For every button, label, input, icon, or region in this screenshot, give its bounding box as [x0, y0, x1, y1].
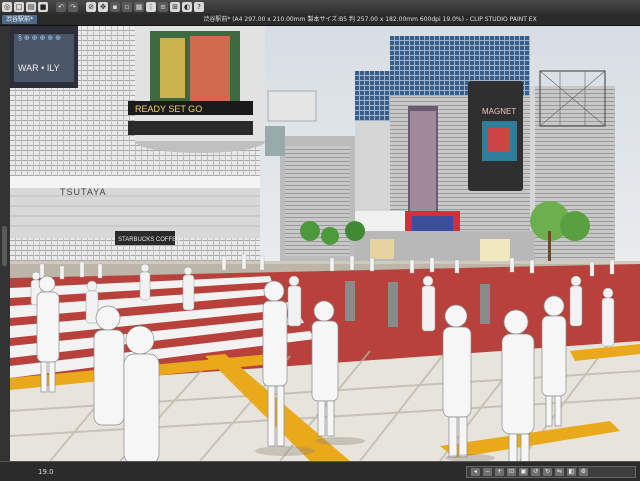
zoom-out-icon[interactable]: −: [483, 468, 492, 476]
snap-icon[interactable]: ⋮: [146, 2, 156, 12]
main-toolbar: ◎ □ ▤ ■ ↶ ↷ ⊘ ✥ ▪ ▫ ▦ ⋮ ≡ ⊞ ◐ ?: [0, 0, 640, 14]
starbucks-sign: STARBUCKS COFFEE: [118, 237, 180, 243]
fill-icon[interactable]: ▪: [110, 2, 120, 12]
save-icon[interactable]: ■: [38, 2, 48, 12]
actual-size-icon[interactable]: ▣: [519, 468, 528, 476]
clear-icon[interactable]: ⊘: [86, 2, 96, 12]
drawing-canvas[interactable]: TSUTAYA READY SET GO WAR • ILY § ⊕ ⊕ ⊕ ⊕…: [10, 26, 640, 461]
document-tab[interactable]: 渋谷駅前*: [2, 15, 38, 24]
window-title: 渋谷駅前* (A4 297.00 x 210.00mm 製本サイズ:B5 判 2…: [203, 16, 537, 23]
zoom-level[interactable]: 19.0: [38, 468, 54, 476]
ticker-sign: READY SET GO: [135, 104, 202, 114]
transform-icon[interactable]: ✥: [98, 2, 108, 12]
color-icon[interactable]: ◐: [182, 2, 192, 12]
ruler-icon[interactable]: ≡: [158, 2, 168, 12]
billboard-top-text: WAR • ILY: [18, 63, 60, 73]
panel-resize-handle[interactable]: [2, 226, 7, 266]
new-file-icon[interactable]: □: [14, 2, 24, 12]
zoom-in-icon[interactable]: +: [495, 468, 504, 476]
tsutaya-sign: TSUTAYA: [60, 187, 107, 197]
magnet-sign: MAGNET: [482, 107, 516, 116]
rotate-right-icon[interactable]: ↻: [543, 468, 552, 476]
fit-icon[interactable]: ⊡: [507, 468, 516, 476]
colors-title: § ⊕ ⊕ ⊕ ⊕ ⊕: [18, 35, 61, 42]
scene-render: TSUTAYA READY SET GO WAR • ILY § ⊕ ⊕ ⊕ ⊕…: [10, 26, 640, 461]
document-titlebar: 渋谷駅前* 渋谷駅前* (A4 297.00 x 210.00mm 製本サイズ:…: [0, 14, 640, 26]
status-bar: 19.0 ◂ − + ⊡ ▣ ↺ ↻ ⇋ ◧ ⚙: [0, 461, 640, 481]
view-icon[interactable]: ◧: [567, 468, 576, 476]
grid-icon[interactable]: ⊞: [170, 2, 180, 12]
rotate-left-icon[interactable]: ↺: [531, 468, 540, 476]
scroll-left-icon[interactable]: ◂: [471, 468, 480, 476]
selection-icon[interactable]: ▫: [122, 2, 132, 12]
redo-icon[interactable]: ↷: [68, 2, 78, 12]
app-menu-icon[interactable]: ◎: [2, 2, 12, 12]
show-area-icon[interactable]: ▦: [134, 2, 144, 12]
open-file-icon[interactable]: ▤: [26, 2, 36, 12]
settings-icon[interactable]: ⚙: [579, 468, 588, 476]
undo-icon[interactable]: ↶: [56, 2, 66, 12]
help-icon[interactable]: ?: [194, 2, 204, 12]
navigator-controls: ◂ − + ⊡ ▣ ↺ ↻ ⇋ ◧ ⚙: [466, 466, 636, 478]
flip-icon[interactable]: ⇋: [555, 468, 564, 476]
